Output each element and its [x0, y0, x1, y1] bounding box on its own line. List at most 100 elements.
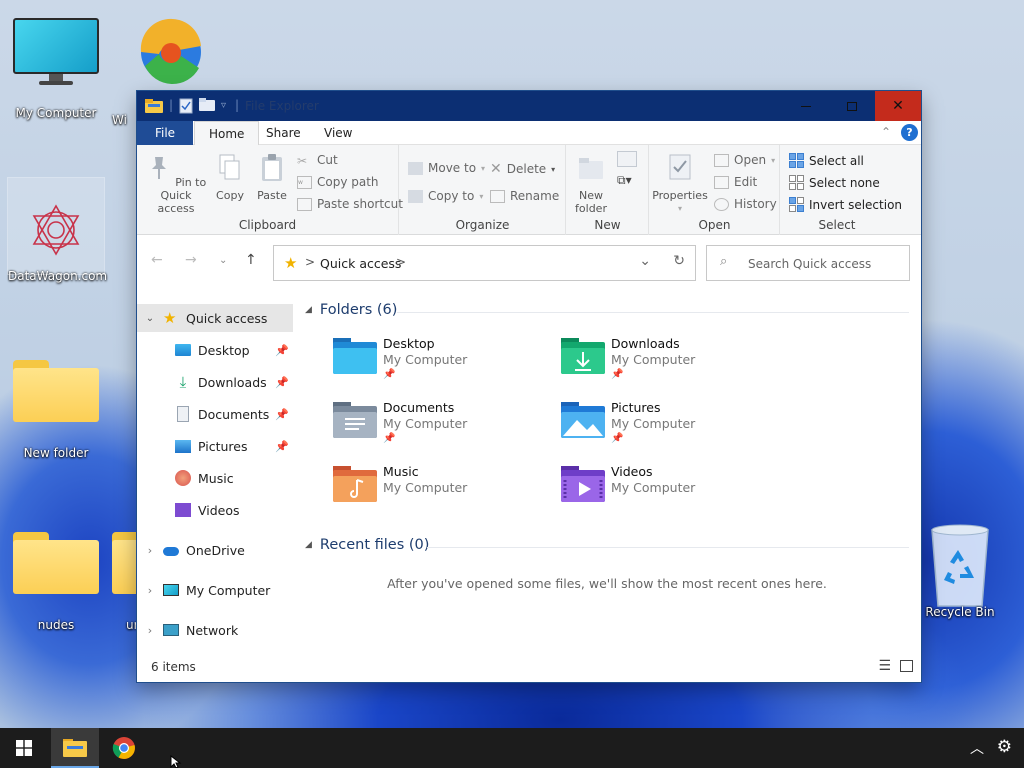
- expand-chevron-icon[interactable]: ›: [137, 584, 163, 597]
- tab-view[interactable]: View: [310, 121, 366, 145]
- properties-button[interactable]: Properties ▾: [652, 153, 708, 215]
- nav-item-desktop[interactable]: Desktop 📌: [137, 336, 293, 364]
- nav-item-downloads[interactable]: ⤓ Downloads 📌: [137, 368, 293, 396]
- nav-item-my-computer[interactable]: › My Computer: [137, 576, 293, 604]
- pin-icon[interactable]: 📌: [275, 344, 289, 357]
- pin-icon[interactable]: 📌: [275, 376, 289, 389]
- rename-button[interactable]: Rename: [490, 189, 559, 203]
- folders-section-header[interactable]: ◢ Folders (6): [305, 302, 397, 318]
- invert-selection-icon: [789, 197, 804, 212]
- copy-to-button[interactable]: Copy to ▾: [408, 189, 483, 203]
- move-to-button[interactable]: Move to ▾: [408, 161, 485, 175]
- delete-button[interactable]: ✕ Delete ▾: [490, 161, 555, 177]
- invert-selection-button[interactable]: Invert selection: [789, 197, 902, 212]
- nav-item-music[interactable]: Music: [137, 464, 293, 492]
- back-arrow-icon[interactable]: ←: [151, 252, 163, 268]
- address-dropdown-chevron-icon[interactable]: ⌄: [639, 253, 651, 269]
- desktop-icon-browser[interactable]: Wi: [112, 16, 222, 127]
- taskbar-file-explorer[interactable]: [51, 728, 99, 768]
- minimize-button[interactable]: [783, 91, 829, 121]
- nav-item-onedrive[interactable]: › OneDrive: [137, 536, 293, 564]
- recent-files-section-header[interactable]: ◢ Recent files (0): [305, 537, 429, 553]
- nav-item-network[interactable]: › Network: [137, 616, 293, 644]
- new-folder-button[interactable]: New folder: [571, 153, 611, 215]
- nav-item-pictures[interactable]: Pictures 📌: [137, 432, 293, 460]
- open-group: Properties ▾ Open ▾ Edit History Open: [650, 145, 780, 235]
- up-arrow-icon[interactable]: ↑: [245, 252, 257, 268]
- nav-item-videos[interactable]: Videos: [137, 496, 293, 524]
- address-bar[interactable]: ★ > Quick access > ⌄ ↻: [273, 245, 696, 281]
- forward-arrow-icon[interactable]: →: [185, 252, 197, 268]
- refresh-icon[interactable]: ↻: [673, 253, 685, 269]
- expand-chevron-icon[interactable]: ›: [137, 624, 163, 637]
- breadcrumb-quick-access[interactable]: Quick access: [320, 256, 401, 271]
- desktop-icon-new-folder[interactable]: New folder: [8, 360, 104, 460]
- select-all-button[interactable]: Select all: [789, 153, 864, 168]
- paste-button[interactable]: Paste: [255, 153, 289, 202]
- desktop-icon-datawagon[interactable]: DataWagon.com: [7, 177, 107, 283]
- nav-item-quick-access[interactable]: ⌄ ★ Quick access: [137, 304, 293, 332]
- section-divider: [397, 312, 909, 313]
- pin-to-quick-access-button[interactable]: Pin to Quick access: [143, 153, 209, 215]
- music-icon: [175, 470, 191, 486]
- cut-button[interactable]: ✂ Cut: [297, 153, 338, 168]
- cloud-icon: [163, 546, 179, 556]
- breadcrumb-separator[interactable]: >: [396, 255, 406, 269]
- folder-app-icon: [145, 98, 163, 117]
- copy-button[interactable]: Copy: [213, 153, 247, 202]
- copy-path-button[interactable]: w Copy path: [297, 175, 379, 189]
- tab-share[interactable]: Share: [252, 121, 315, 145]
- collapse-chevron-icon[interactable]: ⌄: [137, 313, 163, 324]
- title-bar[interactable]: | ▿ | File Explorer ✕: [137, 91, 921, 121]
- group-label-select: Select: [818, 218, 856, 232]
- desktop-icon-my-computer[interactable]: My Computer: [8, 18, 104, 120]
- history-button[interactable]: History: [714, 197, 777, 211]
- file-explorer-window: | ▿ | File Explorer ✕ File Home Share Vi…: [137, 91, 921, 682]
- recent-locations-chevron-icon[interactable]: ⌄: [219, 255, 227, 266]
- open-button[interactable]: Open ▾: [714, 153, 775, 167]
- folder-tile-documents[interactable]: Documents My Computer 📌: [333, 400, 553, 456]
- chrome-icon: [112, 737, 135, 759]
- start-button[interactable]: [0, 728, 48, 768]
- tab-file[interactable]: File: [137, 121, 193, 145]
- folder-tile-pictures[interactable]: Pictures My Computer 📌: [561, 400, 781, 456]
- folder-tile-videos[interactable]: Videos My Computer: [561, 464, 781, 520]
- desktop-icon-nudes-folder[interactable]: nudes: [8, 532, 104, 632]
- collapse-ribbon-icon[interactable]: ⌃: [881, 125, 891, 139]
- search-box[interactable]: ⌕ Search Quick access: [706, 245, 910, 281]
- pin-icon: 📌: [383, 433, 396, 444]
- new-group: New folder ⧉▾ New: [567, 145, 649, 235]
- pin-icon[interactable]: 📌: [275, 408, 289, 421]
- paste-shortcut-button[interactable]: Paste shortcut: [297, 197, 403, 211]
- maximize-button[interactable]: [829, 91, 875, 121]
- taskbar-chrome[interactable]: [100, 728, 148, 768]
- new-item-icon[interactable]: [617, 151, 637, 167]
- close-button[interactable]: ✕: [875, 91, 921, 121]
- properties-quick-icon[interactable]: [179, 98, 193, 117]
- status-bar: 6 items ☰: [137, 652, 921, 682]
- group-label-open: Open: [698, 218, 731, 232]
- large-icons-view-icon[interactable]: [900, 660, 913, 672]
- folder-tile-desktop[interactable]: Desktop My Computer 📌: [333, 336, 553, 392]
- navigation-bar: ← → ⌄ ↑ ★ > Quick access > ⌄ ↻ ⌕ Search …: [137, 235, 921, 289]
- tab-home[interactable]: Home: [194, 121, 260, 146]
- folder-tile-downloads[interactable]: Downloads My Computer 📌: [561, 336, 781, 392]
- pin-icon[interactable]: 📌: [275, 440, 289, 453]
- folder-tile-music[interactable]: Music My Computer: [333, 464, 553, 520]
- desktop-icon-recycle-bin[interactable]: Recycle Bin: [912, 522, 1008, 619]
- show-hidden-icons-chevron-icon[interactable]: ︿: [970, 738, 984, 758]
- settings-gear-icon[interactable]: ⚙: [997, 737, 1012, 757]
- documents-folder-icon: [333, 402, 377, 438]
- new-folder-quick-icon[interactable]: [199, 98, 215, 115]
- computer-icon: [163, 584, 179, 596]
- items-count: 6 items: [151, 660, 196, 674]
- nav-item-documents[interactable]: Documents 📌: [137, 400, 293, 428]
- edit-button[interactable]: Edit: [714, 175, 757, 189]
- easy-access-icon[interactable]: ⧉▾: [617, 173, 632, 188]
- new-folder-icon: [579, 158, 603, 179]
- customize-quick-access-icon[interactable]: ▿: [221, 100, 226, 111]
- expand-chevron-icon[interactable]: ›: [137, 544, 163, 557]
- help-icon[interactable]: ?: [901, 124, 918, 141]
- details-view-icon[interactable]: ☰: [878, 658, 891, 674]
- select-none-button[interactable]: Select none: [789, 175, 880, 190]
